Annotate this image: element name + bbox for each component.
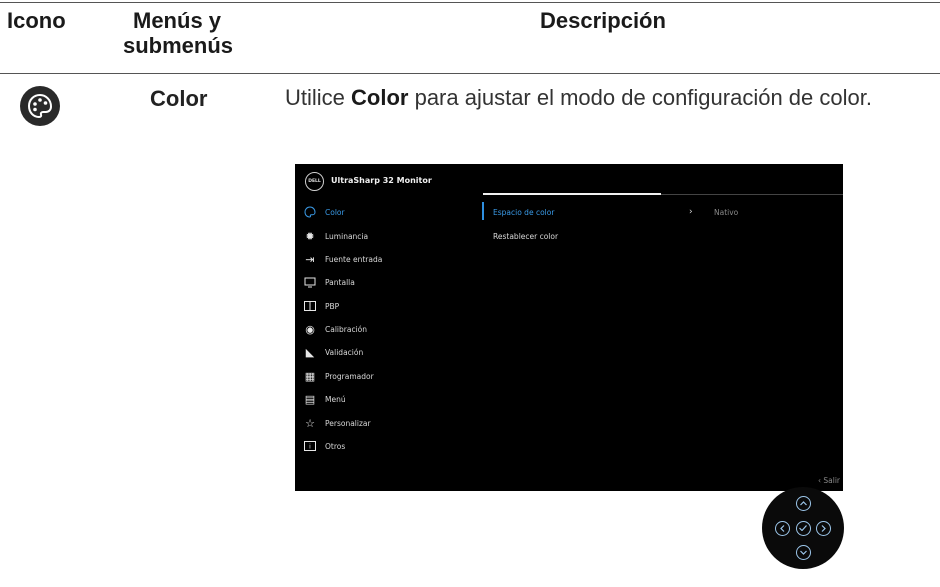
header-menus: Menús y submenús <box>123 8 233 58</box>
osd-menu-label: Luminancia <box>325 231 369 241</box>
description-text: Utilice Color para ajustar el modo de co… <box>285 82 925 113</box>
monitor-model: UltraSharp 32 Monitor <box>331 176 432 185</box>
down-icon[interactable] <box>795 545 811 560</box>
top-rule <box>0 2 940 3</box>
osd-menu-label: Menú <box>325 394 346 404</box>
osd-menu-item-calibracion[interactable]: ◉ Calibración <box>303 322 367 336</box>
desc-prefix: Utilice <box>285 85 352 110</box>
osd-screen: DELL UltraSharp 32 Monitor Color ✹ Lumina… <box>295 164 843 491</box>
pbp-icon <box>303 299 317 313</box>
chevron-right-icon: › <box>689 207 693 217</box>
osd-menu-label: Pantalla <box>325 277 355 287</box>
osd-active-indicator <box>483 193 661 195</box>
scheduler-icon: ▦ <box>304 369 316 383</box>
others-icon: i <box>303 439 317 453</box>
header-description: Descripción <box>540 8 666 33</box>
up-icon[interactable] <box>795 496 811 511</box>
osd-menu-item-fuente-entrada[interactable]: ⇥ Fuente entrada <box>303 252 382 266</box>
right-icon[interactable] <box>816 520 831 536</box>
input-source-icon: ⇥ <box>305 252 315 266</box>
submenu-selection-bar <box>482 202 484 220</box>
osd-menu-item-personalizar[interactable]: ☆ Personalizar <box>303 416 371 430</box>
calibration-icon: ◉ <box>305 322 315 336</box>
osd-submenu-restablecer-color[interactable]: Restablecer color <box>493 232 558 241</box>
osd-menu-label: Fuente entrada <box>325 254 383 264</box>
desc-bold: Color <box>351 85 409 110</box>
confirm-icon[interactable] <box>795 520 811 536</box>
header-icon: Icono <box>7 8 66 33</box>
menu-name-color: Color <box>150 86 208 111</box>
palette-icon <box>303 205 317 219</box>
osd-menu-label: Calibración <box>325 324 367 334</box>
osd-menu-label: Personalizar <box>325 418 371 428</box>
validation-icon: ◣ <box>305 345 315 359</box>
osd-menu-item-luminancia[interactable]: ✹ Luminancia <box>303 229 368 243</box>
display-icon <box>303 275 317 289</box>
dell-logo: DELL <box>305 172 324 191</box>
osd-menu-item-validacion[interactable]: ◣ Validación <box>303 345 363 359</box>
osd-menu-label: Otros <box>325 441 346 451</box>
header-menus-line2: submenús <box>123 33 234 58</box>
osd-submenu-espacio-de-color[interactable]: Espacio de color <box>493 208 554 217</box>
osd-exit-label: Salir <box>823 476 840 485</box>
osd-menu-item-menu[interactable]: ▤ Menú <box>303 392 346 406</box>
star-icon: ☆ <box>305 416 315 430</box>
svg-text:i: i <box>309 444 311 451</box>
osd-menu-label: Color <box>325 207 345 217</box>
joystick-control <box>762 487 844 569</box>
osd-menu-item-color[interactable]: Color <box>303 205 345 219</box>
osd-menu-label: PBP <box>325 301 340 311</box>
brightness-icon: ✹ <box>305 229 315 243</box>
palette-icon <box>20 86 60 126</box>
menu-icon: ▤ <box>304 392 316 406</box>
osd-exit[interactable]: ‹ Salir <box>818 476 840 485</box>
osd-menu-item-programador[interactable]: ▦ Programador <box>303 369 374 383</box>
desc-suffix: para ajustar el modo de configuración de… <box>408 85 872 110</box>
osd-menu-label: Programador <box>325 371 374 381</box>
chevron-left-icon: ‹ <box>818 476 821 485</box>
osd-selected-value: Nativo <box>714 208 739 217</box>
header-menus-line1: Menús y <box>133 8 222 33</box>
left-icon[interactable] <box>775 520 790 536</box>
osd-menu-label: Validación <box>325 347 364 357</box>
osd-menu-item-pbp[interactable]: PBP <box>303 299 339 313</box>
header-rule <box>0 73 940 74</box>
osd-menu-item-otros[interactable]: i Otros <box>303 439 345 453</box>
osd-menu-item-pantalla[interactable]: Pantalla <box>303 275 355 289</box>
